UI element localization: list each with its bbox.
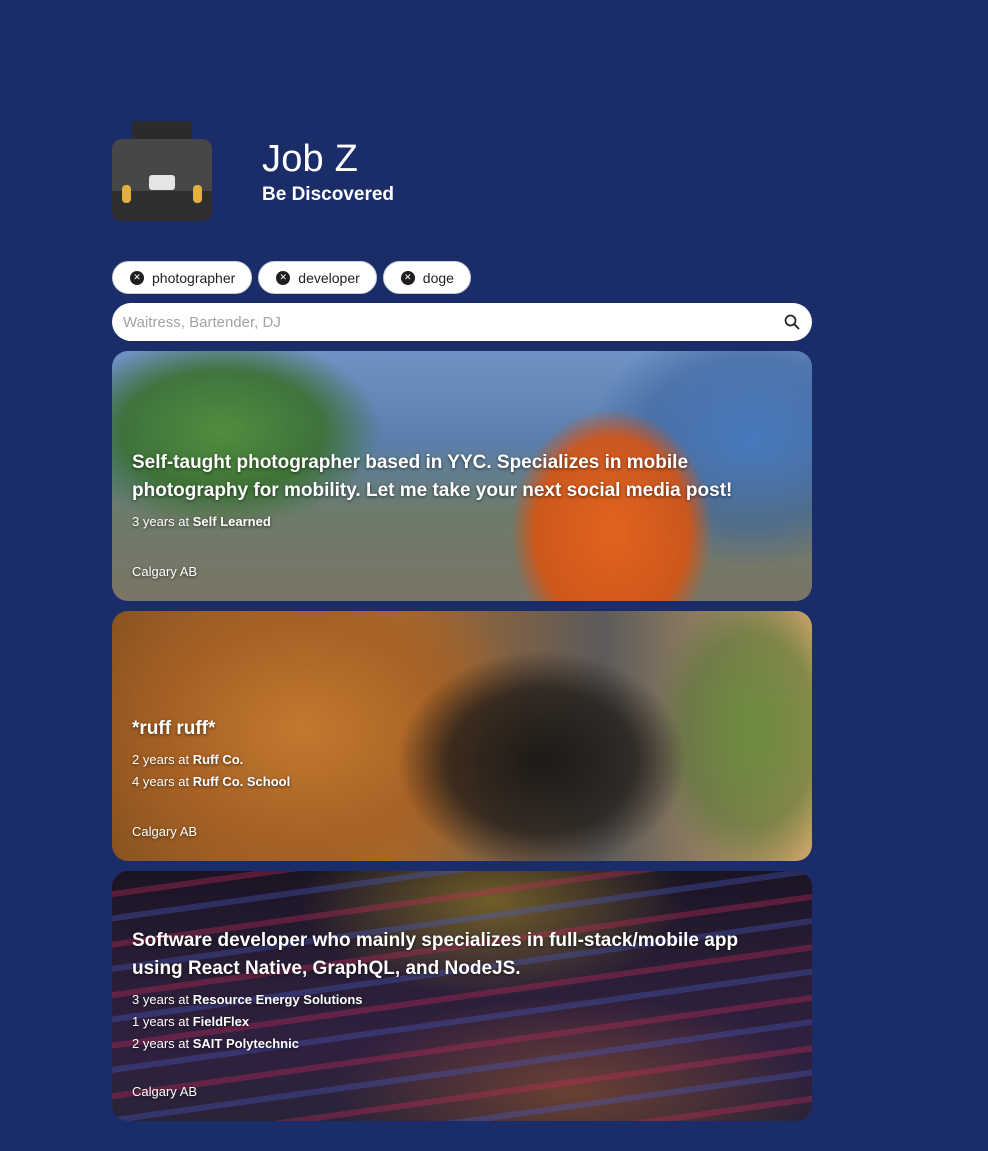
- experience-company: Self Learned: [192, 514, 271, 529]
- experience-item: 4 years at Ruff Co. School: [132, 774, 291, 789]
- filter-chip-photographer[interactable]: ✕ photographer: [112, 261, 253, 294]
- search-input[interactable]: [123, 313, 782, 331]
- filter-chip-doge[interactable]: ✕ doge: [382, 261, 471, 294]
- experience-item: 2 years at Ruff Co.: [132, 752, 244, 767]
- experience-item: 1 years at FieldFlex: [132, 1014, 250, 1029]
- experience-item: 3 years at Self Learned: [132, 514, 271, 529]
- profile-description: Self-taught photographer based in YYC. S…: [132, 452, 733, 501]
- experience-company: Ruff Co.: [192, 752, 244, 767]
- experience-item: 2 years at SAIT Polytechnic: [132, 1036, 299, 1051]
- experience-company: Resource Energy Solutions: [192, 992, 363, 1007]
- profile-card[interactable]: Software developer who mainly specialize…: [112, 871, 812, 1121]
- experience-company: SAIT Polytechnic: [192, 1036, 299, 1051]
- app-subtitle: Be Discovered: [262, 184, 395, 205]
- filter-chip-label: photographer: [152, 269, 236, 286]
- profile-location: Calgary AB: [132, 1084, 198, 1099]
- profile-description: *ruff ruff*: [132, 718, 216, 739]
- experience-item: 3 years at Resource Energy Solutions: [132, 992, 363, 1007]
- briefcase-icon: [112, 121, 212, 221]
- search-icon[interactable]: [782, 312, 802, 332]
- profile-location: Calgary AB: [132, 824, 198, 839]
- experience-company: FieldFlex: [192, 1014, 250, 1029]
- app-title: Job Z: [262, 138, 359, 180]
- profile-location: Calgary AB: [132, 564, 198, 579]
- filter-chip-label: developer: [298, 269, 360, 286]
- close-icon[interactable]: ✕: [400, 270, 415, 285]
- profile-card[interactable]: *ruff ruff* 2 years at Ruff Co. 4 years …: [112, 611, 812, 861]
- close-icon[interactable]: ✕: [276, 270, 291, 285]
- close-icon[interactable]: ✕: [130, 270, 144, 285]
- profile-description: Software developer who mainly specialize…: [132, 930, 739, 979]
- filter-chip-developer[interactable]: ✕ developer: [258, 261, 377, 294]
- experience-company: Ruff Co. School: [192, 774, 291, 789]
- profile-card[interactable]: Self-taught photographer based in YYC. S…: [112, 351, 812, 601]
- filter-chip-label: doge: [422, 269, 454, 286]
- search-bar: [112, 303, 812, 341]
- filter-chip-list: ✕ photographer ✕ developer ✕ doge: [112, 261, 471, 294]
